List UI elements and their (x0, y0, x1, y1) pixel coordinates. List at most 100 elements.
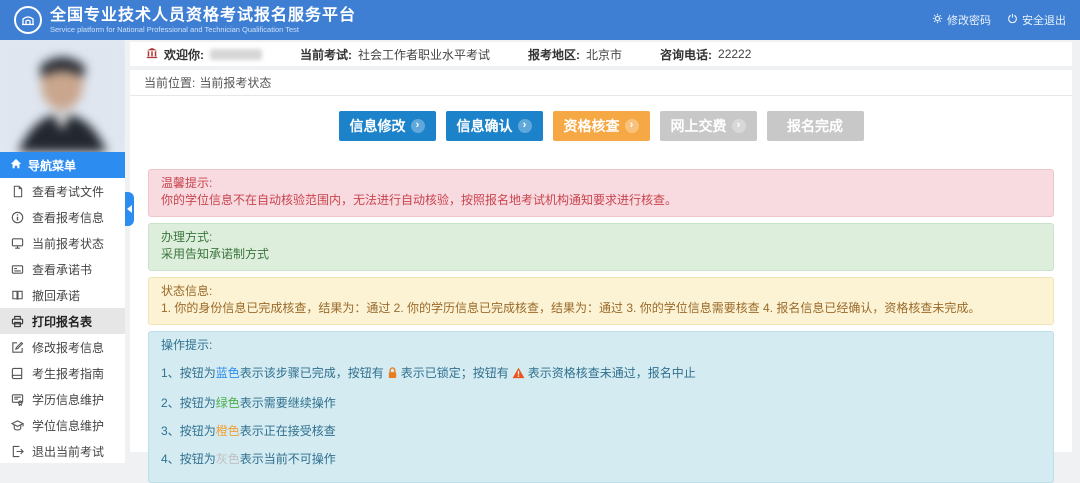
line-number: 1、 (161, 366, 180, 380)
region-label: 报考地区: (528, 46, 580, 63)
step-label: 信息确认 (457, 116, 513, 136)
sidebar-item-label: 打印报名表 (32, 313, 92, 330)
sidebar-item-exam-files[interactable]: 查看考试文件 (0, 178, 125, 204)
sidebar-item-label: 当前报考状态 (32, 235, 104, 252)
step-info-modify-button[interactable]: 信息修改 › (339, 111, 436, 141)
phone-label: 咨询电话: (660, 46, 712, 63)
power-icon (1007, 13, 1018, 27)
line-number: 4、 (161, 452, 180, 466)
top-header: 全国专业技术人员资格考试报名服务平台 Service platform for … (0, 0, 1080, 40)
color-word-blue: 蓝色 (216, 366, 240, 380)
chevron-circle-icon: › (518, 119, 532, 133)
welcome-bar: 欢迎你: 当前考试: 社会工作者职业水平考试 报考地区: 北京市 咨询电话: 2… (130, 42, 1072, 66)
sidebar-item-current-status[interactable]: 当前报考状态 (0, 230, 125, 256)
brand-text: 全国专业技术人员资格考试报名服务平台 Service platform for … (50, 7, 356, 34)
alert-body: 你的学位信息不在自动核验范围内，无法进行自动核验，按照报名地考试机构通知要求进行… (161, 193, 677, 207)
phone-value: 22222 (718, 47, 751, 61)
card-icon (10, 263, 25, 276)
breadcrumb-label: 当前位置: (144, 74, 195, 91)
logout-label: 安全退出 (1022, 12, 1066, 28)
line-text: 按钮为 (180, 396, 216, 410)
line-text: 按钮为 (180, 452, 216, 466)
warning-icon (512, 367, 525, 384)
step-label: 网上交费 (671, 116, 727, 136)
platform-subtitle: Service platform for National Profession… (50, 25, 356, 34)
id-photo (0, 40, 125, 152)
app-window: 全国专业技术人员资格考试报名服务平台 Service platform for … (0, 0, 1080, 463)
step-info-confirm-button[interactable]: 信息确认 › (446, 111, 543, 141)
handling-method-alert: 办理方式: 采用告知承诺制方式 (148, 223, 1054, 271)
sidebar-item-education-info[interactable]: 学历信息维护 (0, 386, 125, 412)
guide-icon (10, 367, 25, 380)
sidebar-item-label: 撤回承诺 (32, 287, 80, 304)
step-label: 信息修改 (350, 116, 406, 136)
info-icon (10, 211, 25, 224)
user-name-redacted (210, 49, 262, 60)
header-actions: 修改密码 安全退出 (932, 12, 1066, 28)
logout-link[interactable]: 安全退出 (1007, 12, 1066, 28)
step-buttons-row: 信息修改 › 信息确认 › 资格核查 › 网上交费 › 报名完成 (130, 96, 1072, 141)
line-number: 3、 (161, 424, 180, 438)
change-password-link[interactable]: 修改密码 (932, 12, 991, 28)
greeting-label: 欢迎你: (164, 46, 204, 63)
printer-icon (10, 315, 25, 328)
sidebar-item-label: 学位信息维护 (32, 417, 104, 434)
step-label: 资格核查 (564, 116, 620, 136)
operation-tip-line-2: 2、按钮为绿色表示需要继续操作 (161, 395, 1041, 412)
region-value: 北京市 (586, 46, 622, 63)
breadcrumb: 当前位置: 当前报考状态 (130, 70, 1072, 96)
edit-icon (10, 341, 25, 354)
change-password-label: 修改密码 (947, 12, 991, 28)
home-icon (10, 158, 22, 173)
chevron-circle-icon: › (732, 119, 746, 133)
sidebar-item-modify-info[interactable]: 修改报考信息 (0, 334, 125, 360)
alerts-section: 温馨提示: 你的学位信息不在自动核验范围内，无法进行自动核验，按照报名地考试机构… (130, 141, 1072, 483)
line-text: 表示资格核查未通过，报名中止 (528, 366, 696, 380)
sidebar-item-degree-info[interactable]: 学位信息维护 (0, 412, 125, 438)
line-text: 表示当前不可操作 (240, 452, 336, 466)
main-content: 欢迎你: 当前考试: 社会工作者职业水平考试 报考地区: 北京市 咨询电话: 2… (125, 40, 1080, 463)
alert-body: 采用告知承诺制方式 (161, 247, 269, 261)
exit-icon (10, 445, 25, 458)
sidebar-menu-header: 导航菜单 (0, 152, 125, 178)
color-word-gray: 灰色 (216, 452, 240, 466)
color-word-orange: 橙色 (216, 424, 240, 438)
sidebar-item-withdraw-commitment[interactable]: 撤回承诺 (0, 282, 125, 308)
sidebar-item-exit-exam[interactable]: 退出当前考试 (0, 438, 125, 464)
certificate-icon (10, 393, 25, 406)
brand: 全国专业技术人员资格考试报名服务平台 Service platform for … (14, 6, 356, 34)
step-online-payment-button[interactable]: 网上交费 › (660, 111, 757, 141)
chevron-circle-icon: › (411, 119, 425, 133)
sidebar-item-commitment-letter[interactable]: 查看承诺书 (0, 256, 125, 282)
sidebar-item-label: 查看报考信息 (32, 209, 104, 226)
sidebar-item-registration-info[interactable]: 查看报考信息 (0, 204, 125, 230)
sidebar-collapse-toggle[interactable] (125, 192, 134, 226)
color-word-green: 绿色 (216, 396, 240, 410)
sidebar-item-label: 查看承诺书 (32, 261, 92, 278)
book-icon (10, 289, 25, 302)
line-text: 按钮为 (180, 424, 216, 438)
platform-title: 全国专业技术人员资格考试报名服务平台 (50, 7, 356, 25)
sidebar-item-label: 修改报考信息 (32, 339, 104, 356)
breadcrumb-value: 当前报考状态 (199, 74, 271, 91)
line-text: 表示正在接受核查 (240, 424, 336, 438)
sidebar-item-candidate-guide[interactable]: 考生报考指南 (0, 360, 125, 386)
content-card: 当前位置: 当前报考状态 信息修改 › 信息确认 › 资格核查 › 网上交费 (130, 70, 1072, 452)
status-info-alert: 状态信息: 1. 你的身份信息已完成核查，结果为：通过 2. 你的学历信息已完成… (148, 277, 1054, 325)
gear-icon (932, 13, 943, 27)
step-label: 报名完成 (787, 116, 843, 136)
file-icon (10, 185, 25, 198)
operation-tip-line-4: 4、按钮为灰色表示当前不可操作 (161, 451, 1041, 468)
line-number: 2、 (161, 396, 180, 410)
sidebar: 导航菜单 查看考试文件 查看报考信息 当 (0, 40, 125, 463)
alert-title: 操作提示: (161, 337, 1041, 354)
step-registration-complete-button[interactable]: 报名完成 (767, 111, 864, 141)
line-text: 表示已锁定；按钮有 (401, 366, 509, 380)
step-qualification-check-button[interactable]: 资格核查 › (553, 111, 650, 141)
operation-tips-alert: 操作提示: 1、按钮为蓝色表示该步骤已完成，按钮有表示已锁定；按钮有表示资格核查… (148, 331, 1054, 483)
exam-label: 当前考试: (300, 46, 352, 63)
monitor-icon (10, 237, 25, 250)
alert-title: 温馨提示: (161, 175, 1041, 192)
sidebar-item-print-form[interactable]: 打印报名表 (0, 308, 125, 334)
warm-tip-alert: 温馨提示: 你的学位信息不在自动核验范围内，无法进行自动核验，按照报名地考试机构… (148, 169, 1054, 217)
